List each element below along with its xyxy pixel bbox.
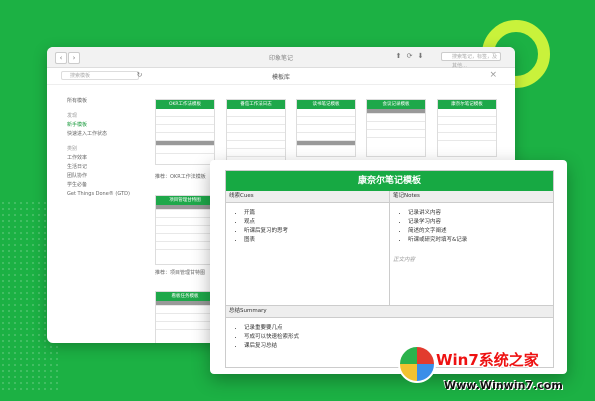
notes-column: 笔记Notes 记录讲义内容 记录学习内容 简述的文字阐述 听课或研究时填写&记… xyxy=(389,191,553,305)
list-item: 记录学习内容 xyxy=(408,218,553,227)
list-item: 记录重要要几点 xyxy=(244,324,553,333)
card-caption-okr: 推荐：OKR工作法模板 xyxy=(155,174,206,180)
sidebar-item-student[interactable]: 学生必备 xyxy=(67,181,157,190)
sidebar-item-gtd[interactable]: Get Things Done® (GTD) xyxy=(67,190,157,199)
list-item: 图表 xyxy=(244,236,389,245)
watermark-brand: Win7系统之家 xyxy=(436,351,539,369)
card-caption-project: 推荐：项目管理甘特图 xyxy=(155,270,206,276)
share-icon[interactable]: ⬆ xyxy=(394,52,403,61)
sidebar-section-discover: 发现 xyxy=(67,113,78,119)
download-icon[interactable]: ⬇ xyxy=(416,52,425,61)
template-card-okr[interactable]: OKR工作法模板 xyxy=(155,99,215,165)
close-icon[interactable]: × xyxy=(489,70,497,80)
watermark: Win7系统之家 Www.Winwin7.com xyxy=(396,343,591,399)
cues-header: 线索Cues xyxy=(226,191,389,203)
list-item: 写成可以快速检索形式 xyxy=(244,333,553,342)
cues-column: 线索Cues 开篇 观点 听课后复习的思考 图表 xyxy=(226,191,389,305)
sidebar-item-team[interactable]: 团队协作 xyxy=(67,172,157,181)
card-title: 看板任务模板 xyxy=(156,292,214,301)
list-item: 听课或研究时填写&记录 xyxy=(408,236,553,245)
list-item: 开篇 xyxy=(244,209,389,218)
template-library-title: 模板库 xyxy=(271,74,290,81)
cornell-preview-card: 康奈尔笔记模板 线索Cues 开篇 观点 听课后复习的思考 图表 笔记Notes… xyxy=(210,160,567,374)
windows-logo-icon xyxy=(398,345,436,383)
card-title: 康奈尔笔记模板 xyxy=(438,100,496,109)
template-card-kanban[interactable]: 看板任务模板 xyxy=(155,291,215,343)
sidebar-item-beginner[interactable]: 新手模板 xyxy=(67,121,157,130)
card-title: 会议记录模板 xyxy=(367,100,425,109)
sidebar-section-category: 类别 xyxy=(67,146,78,152)
card-title: OKR工作法模板 xyxy=(156,100,214,109)
title-bar: ‹ › 印象笔记 ⬆ ⟳ ⬇ 搜索笔记，标签，及其他… xyxy=(47,47,515,69)
cornell-template: 康奈尔笔记模板 线索Cues 开篇 观点 听课后复习的思考 图表 笔记Notes… xyxy=(225,170,554,368)
list-item: 听课后复习的思考 xyxy=(244,227,389,236)
watermark-url: Www.Winwin7.com xyxy=(444,379,563,392)
list-item: 记录讲义内容 xyxy=(408,209,553,218)
cornell-title: 康奈尔笔记模板 xyxy=(226,171,553,191)
card-title: 项目管理甘特图 xyxy=(156,196,214,205)
search-input[interactable]: 搜索笔记，标签，及其他… xyxy=(441,52,501,69)
sync-icon[interactable]: ⟳ xyxy=(405,52,414,61)
sidebar-item-life[interactable]: 生活日记 xyxy=(67,163,157,172)
list-item: 简述的文字阐述 xyxy=(408,227,553,236)
notes-header: 笔记Notes xyxy=(390,191,553,203)
body-placeholder: 正文内容 xyxy=(393,257,416,263)
template-card-gantt[interactable]: 项目管理甘特图 xyxy=(155,195,215,265)
summary-header: 总结Summary xyxy=(226,306,553,318)
sidebar-item-quickstart[interactable]: 快速进入工作状态 xyxy=(67,130,157,139)
template-card-meeting[interactable]: 会议记录模板 xyxy=(366,99,426,157)
sidebar-item-efficiency[interactable]: 工作效率 xyxy=(67,154,157,163)
card-title: 读书笔记模板 xyxy=(297,100,355,109)
template-card-reading[interactable]: 读书笔记模板 xyxy=(296,99,356,157)
template-card-cornell[interactable]: 康奈尔笔记模板 xyxy=(437,99,497,157)
list-item: 观点 xyxy=(244,218,389,227)
sidebar-item-all[interactable]: 所有模板 xyxy=(67,97,157,106)
sidebar: 所有模板 发现 新手模板 快速进入工作状态 类别 工作效率 生活日记 团队协作 … xyxy=(67,97,157,199)
template-card-pomodoro[interactable]: 番茄工作法日志 xyxy=(226,99,286,165)
card-title: 番茄工作法日志 xyxy=(227,100,285,109)
template-toolbar: 搜索模板 ↻ 模板库 × xyxy=(47,68,515,85)
